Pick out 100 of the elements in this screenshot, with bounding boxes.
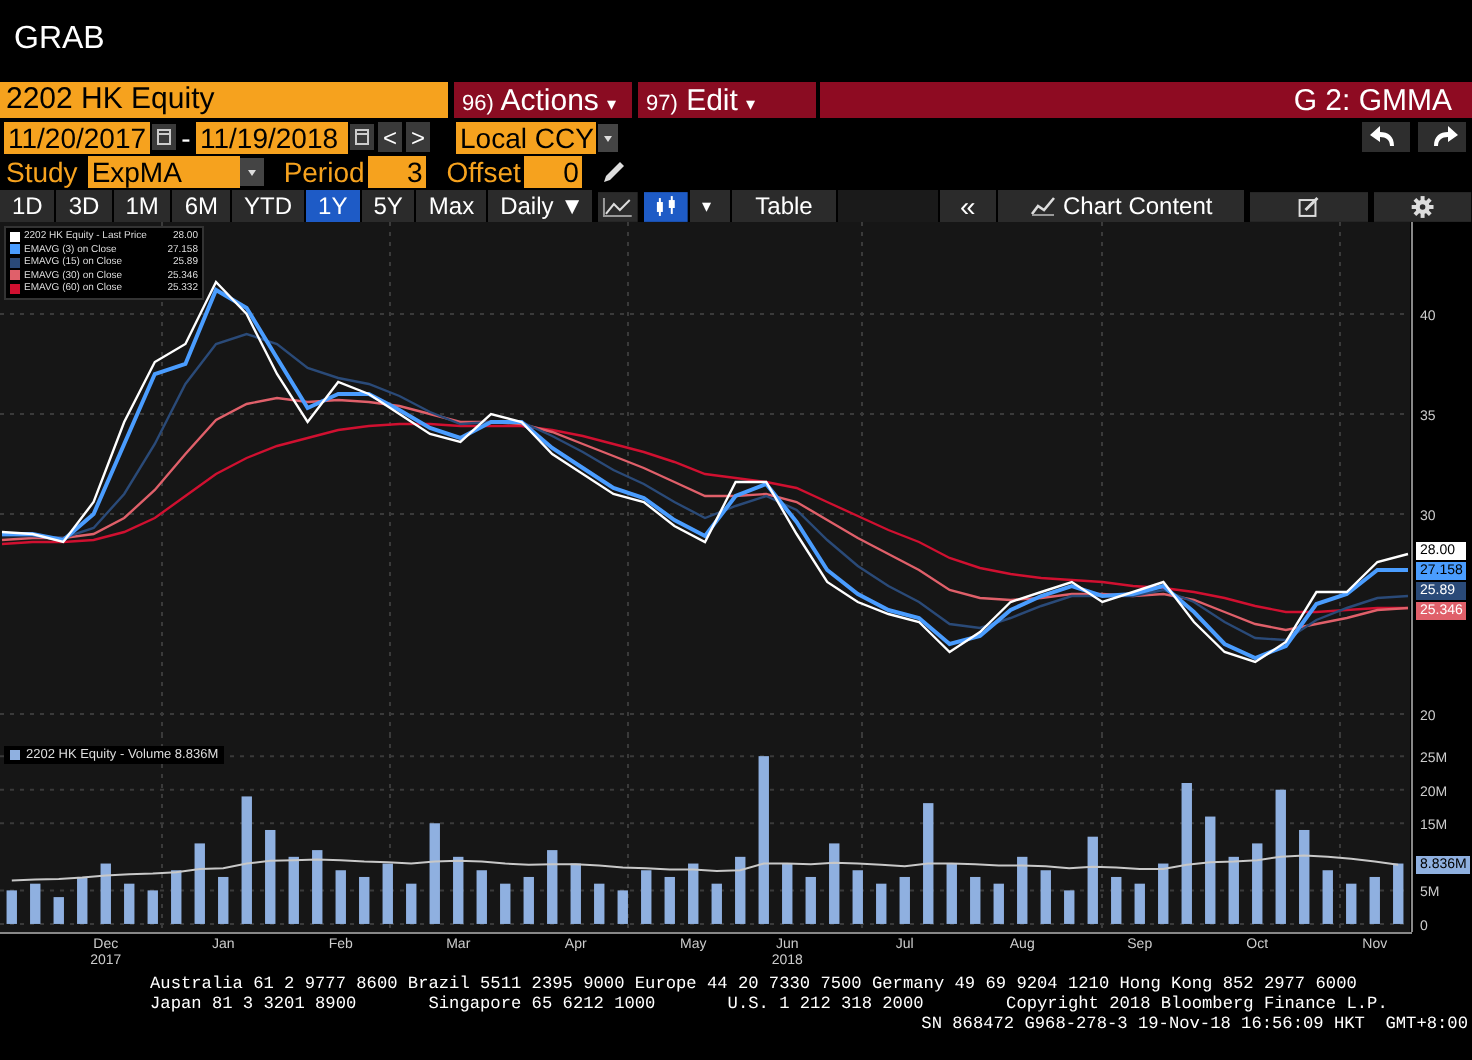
chart-content-button[interactable]: Chart Content	[997, 190, 1244, 222]
volume-bar	[782, 863, 793, 924]
volume-bar	[1228, 856, 1239, 924]
function-title: G 2: GMMA	[1293, 83, 1452, 117]
volume-bar	[171, 870, 182, 924]
volume-bar	[1158, 863, 1169, 924]
chart-icon	[1029, 196, 1056, 216]
currency-dropdown[interactable]: Local CCY	[456, 121, 596, 153]
calendar-icon[interactable]	[152, 124, 176, 150]
volume-bar	[970, 876, 981, 924]
calendar-icon[interactable]	[350, 124, 374, 150]
period-field[interactable]: 3	[368, 156, 427, 188]
volume-bar	[1134, 883, 1145, 924]
volume-bar	[1393, 863, 1404, 924]
table-button[interactable]: Table	[731, 190, 837, 222]
previous-button[interactable]: <	[378, 122, 402, 152]
range-tab[interactable]: Max	[416, 190, 487, 222]
volume-bar	[1275, 789, 1286, 924]
volume-bar	[500, 883, 511, 924]
volume-bar	[1252, 843, 1263, 924]
dropdown-icon[interactable]	[598, 123, 618, 151]
volume-bar	[923, 803, 934, 924]
volume-bar	[735, 856, 746, 924]
volume-bar	[124, 883, 135, 924]
session-info: SN 868472 G968-278-3 19-Nov-18 16:56:09 HKT GMT+8:00	[921, 1014, 1468, 1034]
volume-bar	[312, 850, 323, 924]
volume-bar	[1369, 876, 1380, 924]
volume-bar	[1017, 856, 1028, 924]
undo-icon[interactable]	[1362, 122, 1410, 152]
offset-field[interactable]: 0	[524, 156, 583, 188]
volume-bar	[453, 856, 464, 924]
volume-bar	[359, 876, 370, 924]
end-date-field[interactable]: 11/19/2018	[196, 121, 348, 153]
volume-bar	[6, 890, 17, 924]
volume-bar	[30, 883, 41, 924]
settings-icon[interactable]	[1374, 191, 1472, 221]
redo-icon[interactable]	[1418, 122, 1466, 152]
volume-bar	[688, 863, 699, 924]
volume-bar	[805, 876, 816, 924]
volume-bar	[1111, 876, 1122, 924]
volume-bar	[852, 870, 863, 924]
pencil-icon[interactable]	[602, 160, 627, 184]
start-date-field[interactable]: 11/20/2017	[4, 121, 150, 153]
security-field[interactable]: 2202 HK Equity	[0, 82, 448, 118]
volume-bar	[641, 870, 652, 924]
volume-bar	[288, 856, 299, 924]
volume-bar	[993, 883, 1004, 924]
volume-bar	[1346, 883, 1357, 924]
range-tab[interactable]: 6M	[172, 190, 231, 222]
menu-button[interactable]: 96) Actions ▾	[454, 82, 632, 118]
volume-bar	[406, 883, 417, 924]
collapse-button[interactable]: «	[939, 190, 996, 222]
range-tab[interactable]: 1D	[0, 190, 55, 222]
volume-bar	[218, 876, 229, 924]
volume-bar	[1205, 816, 1216, 924]
study-label: Study	[6, 156, 78, 188]
range-tab[interactable]: 5Y	[361, 190, 415, 222]
next-button[interactable]: >	[406, 122, 430, 152]
range-separator: -	[179, 121, 193, 153]
volume-bar	[547, 850, 558, 924]
toolbar-field[interactable]	[838, 190, 938, 222]
volume-bar	[570, 863, 581, 924]
volume-bar	[476, 870, 487, 924]
contact-line: Japan 81 3 3201 8900 Singapore 65 6212 1000 U.S. 1 212 318 2000 Copyright 2018 Bloomberg Finance L.P.	[150, 994, 1388, 1014]
volume-bar	[53, 897, 64, 924]
frequency-dropdown[interactable]: Daily ▼	[488, 190, 593, 222]
volume-bar	[664, 876, 675, 924]
contact-line: Australia 61 2 9777 8600 Brazil 5511 2395 9000 Europe 44 20 7330 7500 Germany 49 69 9204 1210 Hong Kong 852 2977 6000	[150, 974, 1357, 994]
volume-bar	[194, 843, 205, 924]
chart-type-dropdown[interactable]: ▾	[689, 190, 730, 222]
volume-bar	[241, 796, 252, 924]
menu-button[interactable]: 97) Edit ▾	[638, 82, 816, 118]
volume-bar	[147, 890, 158, 924]
dropdown-icon[interactable]	[239, 158, 264, 186]
range-tab[interactable]: 1M	[113, 190, 171, 222]
volume-bar	[265, 830, 276, 924]
volume-bar	[77, 876, 88, 924]
range-tab[interactable]: YTD	[232, 190, 305, 222]
edit-icon[interactable]	[1249, 191, 1369, 221]
volume-bar	[829, 843, 840, 924]
volume-bar	[594, 883, 605, 924]
range-tab[interactable]: 3D	[56, 190, 112, 222]
volume-bar	[1181, 783, 1192, 924]
volume-bar	[335, 870, 346, 924]
study-field[interactable]: ExpMA	[87, 156, 240, 188]
volume-bar	[1322, 870, 1333, 924]
range-tab[interactable]: 1Y	[306, 190, 360, 222]
volume-bar	[1299, 830, 1310, 924]
volume-bar	[946, 863, 957, 924]
volume-bar	[1087, 836, 1098, 924]
volume-bar	[100, 863, 111, 924]
window-title: GRAB	[14, 22, 105, 58]
volume-bar	[429, 823, 440, 924]
line-chart-icon[interactable]	[598, 191, 638, 221]
volume-bar	[899, 876, 910, 924]
period-label: Period	[283, 156, 365, 188]
volume-bar	[382, 863, 393, 924]
candlestick-icon[interactable]	[643, 191, 688, 221]
volume-bar	[617, 890, 628, 924]
volume-bar	[876, 883, 887, 924]
